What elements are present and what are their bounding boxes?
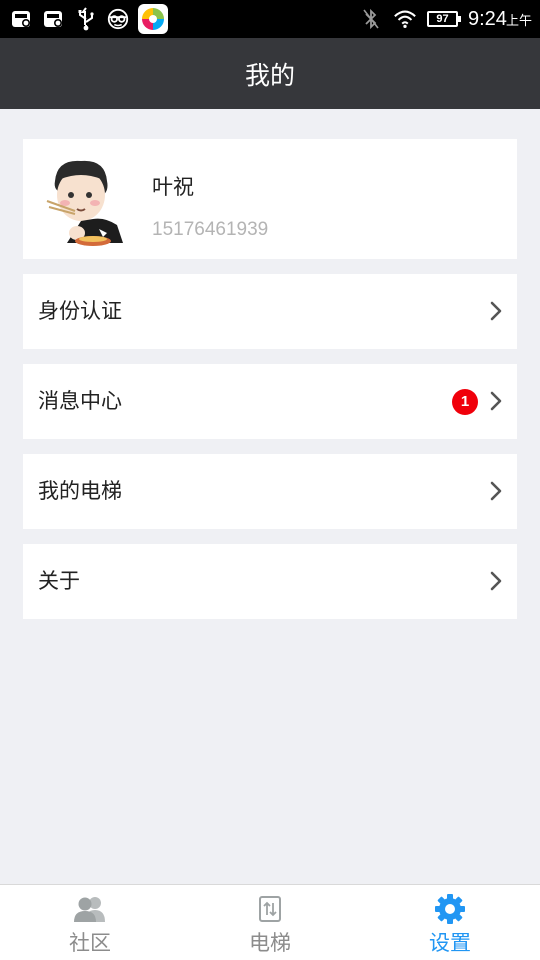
bluetooth-off-icon <box>359 7 383 31</box>
menu-item-identity-verification[interactable]: 身份认证 <box>23 274 517 349</box>
chevron-right-icon <box>490 301 502 321</box>
avatar[interactable] <box>37 151 133 247</box>
menu-item-label: 我的电梯 <box>38 479 122 503</box>
user-phone: 15176461939 <box>152 219 269 240</box>
status-bar: 97 9:24 上午 <box>0 0 540 38</box>
profile-card[interactable]: 叶祝 15176461939 <box>23 139 517 259</box>
battery-icon: 97 <box>426 11 461 27</box>
unread-badge: 1 <box>452 389 478 415</box>
tab-label: 社区 <box>69 931 111 955</box>
menu-item-label: 消息中心 <box>38 389 122 413</box>
notification-icons <box>10 4 168 34</box>
system-icons: 97 9:24 上午 <box>359 0 532 38</box>
page-title: 我的 <box>244 60 295 90</box>
elevator-icon <box>252 893 288 925</box>
tab-elevator[interactable]: 电梯 <box>180 885 360 960</box>
user-name: 叶祝 <box>152 175 194 199</box>
bottom-tab-bar: 社区 电梯 设置 <box>0 884 540 960</box>
tab-label: 电梯 <box>249 931 291 955</box>
chevron-right-icon <box>490 481 502 501</box>
tab-label: 设置 <box>429 931 471 955</box>
menu-item-label: 身份认证 <box>38 299 122 323</box>
tab-community[interactable]: 社区 <box>0 885 180 960</box>
menu-item-my-elevator[interactable]: 我的电梯 <box>23 454 517 529</box>
tab-settings[interactable]: 设置 <box>360 885 540 960</box>
battery-level: 97 <box>436 13 449 25</box>
chevron-right-icon <box>490 391 502 411</box>
gear-icon <box>432 893 468 925</box>
app-store-icon <box>138 4 168 34</box>
usb-icon <box>74 7 98 31</box>
sim-card-icon <box>42 7 66 31</box>
mask-icon <box>106 7 130 31</box>
community-icon <box>72 893 108 925</box>
wifi-icon <box>393 7 417 31</box>
status-time: 9:24 <box>467 7 507 30</box>
sim-card-icon <box>10 7 34 31</box>
status-ampm: 上午 <box>505 13 532 29</box>
chevron-right-icon <box>490 571 502 591</box>
menu-item-label: 关于 <box>38 569 80 593</box>
title-bar: 我的 <box>0 38 540 109</box>
menu-item-message-center[interactable]: 消息中心 1 <box>23 364 517 439</box>
menu-item-about[interactable]: 关于 <box>23 544 517 619</box>
